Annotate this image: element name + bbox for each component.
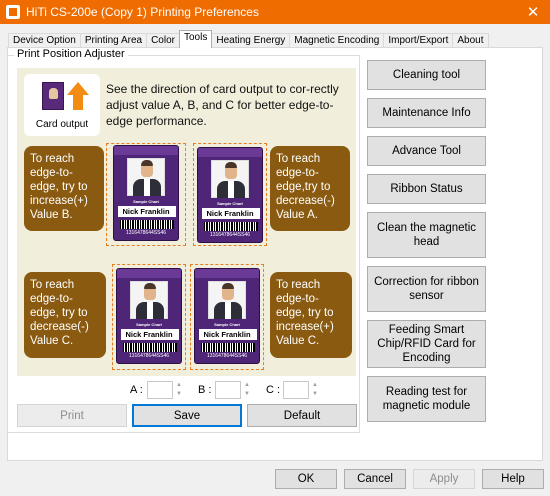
hint-bubble-b: To reach edge-to-edge, try to increase(+… bbox=[24, 146, 104, 231]
spin-arrows-icon[interactable]: ▲ ▼ bbox=[310, 381, 320, 399]
help-button[interactable]: Help bbox=[482, 469, 544, 489]
group-title: Print Position Adjuster bbox=[14, 48, 128, 60]
b-input[interactable] bbox=[215, 381, 241, 399]
cleaning-tool-button[interactable]: Cleaning tool bbox=[367, 60, 486, 90]
a-input[interactable] bbox=[147, 381, 173, 399]
arrow-stem bbox=[73, 94, 83, 110]
print-button[interactable]: Print bbox=[17, 404, 127, 427]
tab-printing-area[interactable]: Printing Area bbox=[79, 33, 148, 48]
card-name: Nick Franklin bbox=[206, 209, 254, 218]
sample-card: Sample Chart Nick Franklin 1316478644SS4… bbox=[116, 268, 182, 364]
card-code: 1316478644SS46 bbox=[128, 353, 170, 359]
advance-tool-button[interactable]: Advance Tool bbox=[367, 136, 486, 166]
window-title: HiTi CS-200e (Copy 1) Printing Preferenc… bbox=[26, 5, 259, 19]
sample-card: Sample Chart Nick Franklin 1316478644SS4… bbox=[197, 147, 263, 243]
printer-app-icon bbox=[6, 5, 20, 19]
sample-card: Sample Chart Nick Franklin 1316478644SS4… bbox=[113, 145, 179, 241]
feeding-smart-chip-button[interactable]: Feeding Smart Chip/RFID Card for Encodin… bbox=[367, 320, 486, 368]
spin-arrows-icon[interactable]: ▲ ▼ bbox=[242, 381, 252, 399]
cancel-button[interactable]: Cancel bbox=[344, 469, 406, 489]
card-sample-text: Sample Chart bbox=[133, 199, 159, 204]
barcode-icon bbox=[201, 343, 255, 352]
close-icon[interactable]: ✕ bbox=[516, 0, 550, 24]
b-label: B : bbox=[198, 384, 212, 396]
tab-about[interactable]: About bbox=[452, 33, 489, 48]
tab-heating-energy[interactable]: Heating Energy bbox=[211, 33, 291, 48]
spin-arrows-icon[interactable]: ▲ ▼ bbox=[174, 381, 184, 399]
apply-button[interactable]: Apply bbox=[413, 469, 475, 489]
barcode-icon bbox=[120, 220, 174, 229]
maintenance-info-button[interactable]: Maintenance Info bbox=[367, 98, 486, 128]
save-button[interactable]: Save bbox=[132, 404, 242, 427]
hint-bubble-a: To reach edge-to-edge,try to decrease(-)… bbox=[270, 146, 350, 231]
card-sample-text: Sample Chart bbox=[214, 322, 240, 327]
ok-button[interactable]: OK bbox=[275, 469, 337, 489]
card-code: 1316478644SS46 bbox=[206, 353, 248, 359]
mini-card-icon bbox=[42, 82, 64, 110]
hint-bubble-c-increase: To reach edge-to-edge, try to increase(+… bbox=[270, 272, 352, 358]
correction-ribbon-sensor-button[interactable]: Correction for ribbon sensor bbox=[367, 266, 486, 312]
barcode-icon bbox=[204, 222, 258, 231]
ribbon-status-button[interactable]: Ribbon Status bbox=[367, 174, 486, 204]
card-code: 1316478644SS46 bbox=[209, 232, 251, 238]
barcode-icon bbox=[123, 343, 177, 352]
clean-magnetic-head-button[interactable]: Clean the magnetic head bbox=[367, 212, 486, 258]
reading-test-magnetic-button[interactable]: Reading test for magnetic module bbox=[367, 376, 486, 422]
tab-tools[interactable]: Tools bbox=[178, 30, 213, 48]
hint-bubble-c-decrease: To reach edge-to-edge, try to decrease(-… bbox=[24, 272, 106, 358]
intro-text: See the direction of card output to cor-… bbox=[106, 82, 339, 128]
tab-strip: Device Option Printing Area Color Tools … bbox=[8, 30, 489, 48]
card-name: Nick Franklin bbox=[125, 330, 173, 339]
c-label: C : bbox=[266, 384, 281, 396]
card-code: 1316478644SS46 bbox=[125, 230, 167, 236]
default-button[interactable]: Default bbox=[247, 404, 357, 427]
c-input[interactable] bbox=[283, 381, 309, 399]
tab-color[interactable]: Color bbox=[146, 33, 180, 48]
title-bar: HiTi CS-200e (Copy 1) Printing Preferenc… bbox=[0, 0, 550, 24]
card-sample-text: Sample Chart bbox=[136, 322, 162, 327]
abc-fields: A : ▲ ▼ B : ▲ ▼ C : ▲ ▼ bbox=[126, 380, 346, 400]
tab-import-export[interactable]: Import/Export bbox=[383, 33, 454, 48]
a-label: A : bbox=[130, 384, 143, 396]
card-name: Nick Franklin bbox=[203, 330, 251, 339]
card-output-label: Card output bbox=[35, 119, 89, 130]
card-output-icon: Card output bbox=[24, 74, 100, 136]
sample-card: Sample Chart Nick Franklin 1316478644SS4… bbox=[194, 268, 260, 364]
tab-device-option[interactable]: Device Option bbox=[8, 33, 81, 48]
card-sample-text: Sample Chart bbox=[217, 201, 243, 206]
tab-magnetic-encoding[interactable]: Magnetic Encoding bbox=[289, 33, 385, 48]
card-name: Nick Franklin bbox=[122, 207, 170, 216]
